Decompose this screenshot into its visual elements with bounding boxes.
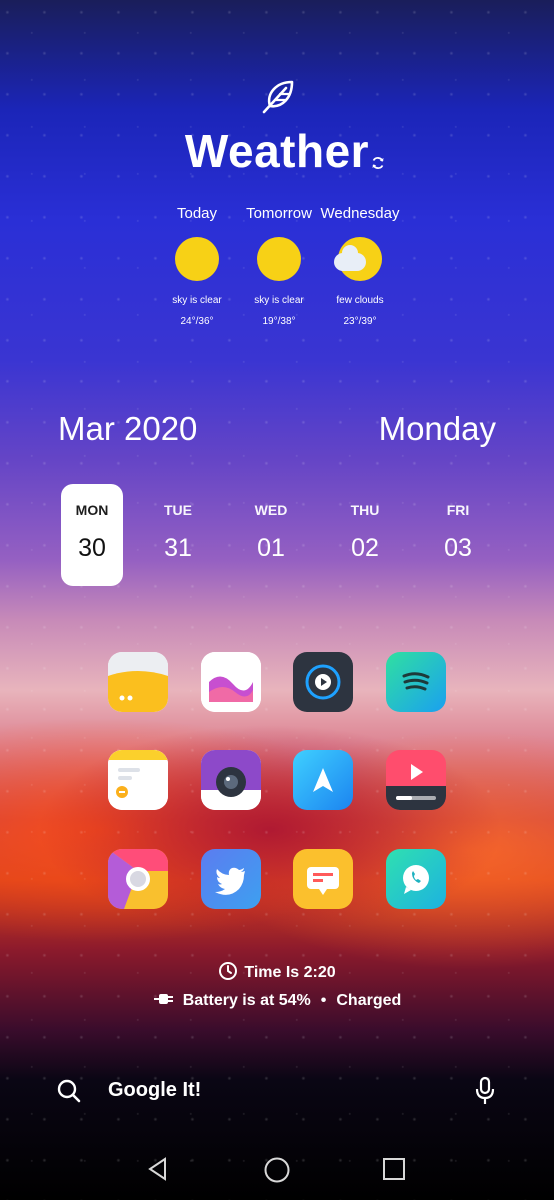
month-year-label: Mar 2020	[58, 410, 198, 447]
navigation-bar	[0, 1140, 554, 1200]
forecast-row: Today sky is clear 24°/36° Tomorrow sky …	[0, 205, 554, 335]
forecast-condition: sky is clear	[172, 295, 222, 306]
day-name: MON	[75, 502, 109, 518]
day-date: 01	[257, 534, 285, 562]
weather-title: Weather	[184, 125, 370, 177]
calendar-day-thu[interactable]: THU 02	[334, 484, 396, 586]
plug-icon	[153, 994, 173, 1004]
forecast-wednesday[interactable]: Wednesday few clouds 23°/39°	[312, 205, 408, 327]
back-icon[interactable]	[145, 1156, 171, 1182]
messages-app-icon[interactable]	[293, 849, 353, 909]
feather-icon[interactable]	[256, 76, 298, 118]
gallery-app-icon[interactable]	[201, 652, 261, 712]
calendar-day-tue[interactable]: TUE 31	[147, 484, 209, 586]
battery-label: Battery is at 54%	[182, 992, 311, 1009]
whatsapp-app-icon[interactable]	[386, 849, 446, 909]
recents-icon[interactable]	[382, 1157, 406, 1181]
day-date: 31	[164, 534, 192, 562]
search-input[interactable]: Google It!	[108, 1079, 201, 1102]
separator-dot: •	[320, 992, 327, 1009]
day-date: 30	[78, 534, 106, 562]
day-name: TUE	[164, 502, 192, 518]
notes-app-icon[interactable]	[108, 750, 168, 810]
forecast-day-label: Wednesday	[320, 205, 400, 222]
sun-icon	[257, 237, 301, 281]
camera-app-icon[interactable]	[201, 750, 261, 810]
music-player-app-icon[interactable]	[293, 652, 353, 712]
calendar-day-mon[interactable]: MON 30	[61, 484, 123, 586]
calendar-day-wed[interactable]: WED 01	[240, 484, 302, 586]
charge-state-label: Charged	[336, 992, 402, 1009]
clock-icon	[219, 962, 238, 980]
time-status: Time Is 2:20	[0, 961, 554, 982]
spotify-app-icon[interactable]	[386, 652, 446, 712]
forecast-temp: 24°/36°	[180, 316, 214, 327]
rain-drops-overlay	[0, 0, 554, 1200]
refresh-icon[interactable]	[370, 155, 386, 171]
forecast-condition: few clouds	[336, 295, 384, 306]
sun-icon	[175, 237, 219, 281]
search-icon[interactable]	[56, 1078, 82, 1104]
google-search-bar[interactable]: Google It!	[0, 1060, 554, 1120]
battery-status: Battery is at 54% • Charged	[0, 991, 554, 1010]
day-name: THU	[350, 502, 380, 518]
weekday-label: Monday	[378, 410, 496, 447]
forecast-day-label: Today	[176, 205, 218, 222]
calendar-day-fri[interactable]: FRI 03	[427, 484, 489, 586]
video-app-icon[interactable]	[386, 750, 446, 810]
forecast-temp: 23°/39°	[343, 316, 377, 327]
day-date: 02	[351, 534, 379, 562]
partly-cloudy-icon	[334, 237, 382, 281]
files-app-icon[interactable]	[108, 652, 168, 712]
chrome-app-icon[interactable]	[108, 849, 168, 909]
day-name: FRI	[446, 502, 470, 518]
day-name: WED	[254, 502, 288, 518]
microphone-icon[interactable]	[474, 1076, 496, 1106]
forecast-today[interactable]: Today sky is clear 24°/36°	[152, 205, 242, 327]
twitter-app-icon[interactable]	[201, 849, 261, 909]
day-date: 03	[444, 534, 472, 562]
navigation-app-icon[interactable]	[293, 750, 353, 810]
time-label: Time Is 2:20	[244, 964, 336, 981]
home-icon[interactable]	[263, 1156, 291, 1184]
